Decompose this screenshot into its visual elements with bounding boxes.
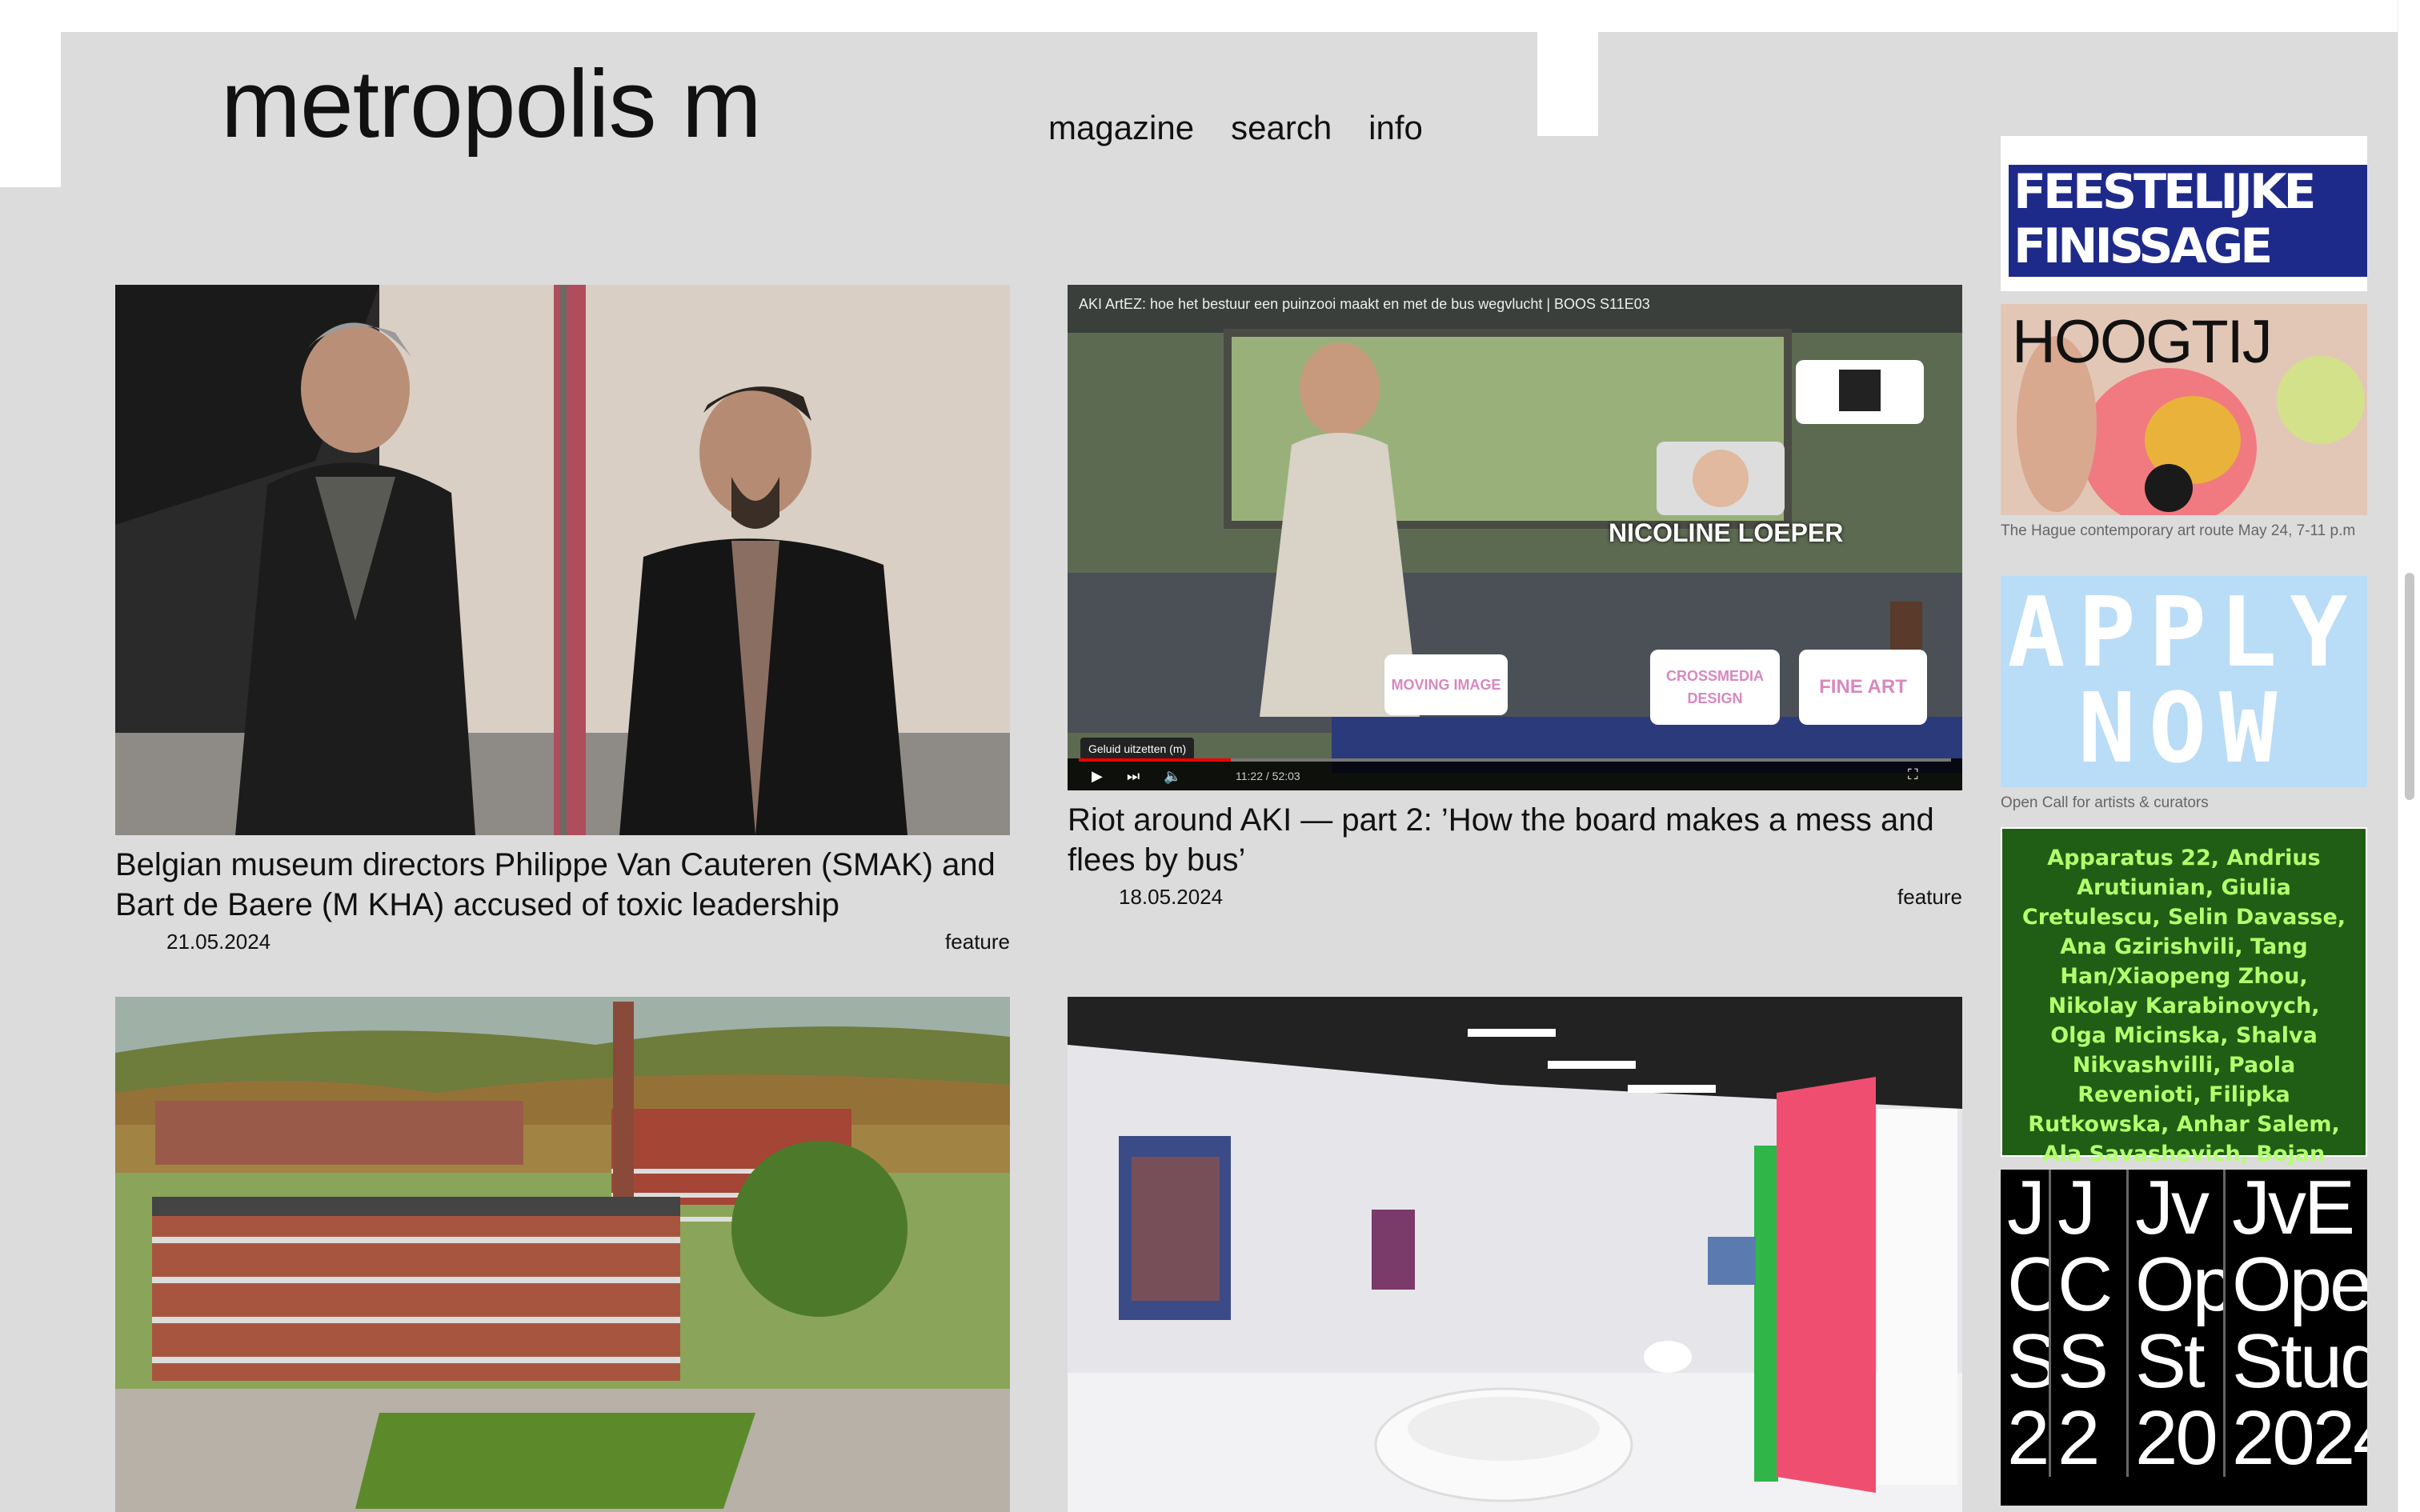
moving-image-button[interactable]: MOVING IMAGE	[1384, 654, 1508, 715]
apply-now-banner: APPLY NOW	[2001, 576, 2367, 787]
play-icon[interactable]: ▶	[1092, 768, 1103, 785]
apply-line: APPLY	[2007, 578, 2361, 689]
article-meta: 18.05.2024 feature	[1068, 885, 1962, 910]
jve-col-3: Jv Op St 20	[2129, 1170, 2226, 1477]
speaker-nameplate: NICOLINE LOEPER	[1609, 518, 1844, 547]
fine-art-button[interactable]: FINE ART	[1799, 650, 1927, 725]
article-date: 21.05.2024	[166, 930, 271, 954]
progress-track[interactable]	[1079, 758, 1951, 762]
left-margin	[0, 0, 61, 187]
article-card[interactable]	[115, 997, 1010, 1512]
mute-tooltip: Geluid uitzetten (m)	[1080, 738, 1195, 760]
ad-apply-now[interactable]: APPLY NOW Open Call for artists & curato…	[2001, 576, 2367, 813]
nav-info[interactable]: info	[1368, 109, 1423, 147]
ad-artists-list[interactable]: Apparatus 22, Andrius Arutiunian, Giulia…	[2001, 827, 2367, 1196]
ad-jve-open-studios[interactable]: J CS2 JCS2 Jv OpSt20 JvE Open Studi 2024	[2001, 1170, 2367, 1506]
finissage-line-2: FINISSAGE	[2013, 218, 2273, 274]
article-image[interactable]	[115, 285, 1010, 835]
header-right-panel	[1598, 32, 2358, 136]
article-video[interactable]: AKI ArtEZ: hoe het bestuur een puinzooi …	[1068, 285, 1962, 790]
finissage-banner: FEESTELIJKE FINISSAGE	[2009, 165, 2367, 277]
hoogtij-image: HOOGTIJ	[2001, 304, 2367, 515]
scroll-thumb[interactable]	[2405, 573, 2414, 800]
article-image[interactable]	[115, 997, 1010, 1512]
nav-magazine[interactable]: magazine	[1048, 109, 1194, 147]
top-strip	[0, 0, 2398, 32]
hoogtij-logo: HOOGTIJ	[2012, 308, 2273, 376]
ad-caption: The Hague contemporary art route May 24,…	[2001, 522, 2356, 539]
article-image[interactable]	[1068, 997, 1962, 1512]
speaker-photo	[1657, 442, 1785, 515]
article-category: feature	[1897, 885, 1962, 909]
article-card[interactable]: Belgian museum directors Philippe Van Ca…	[115, 285, 1010, 954]
finissage-line-1: FEESTELIJKE	[2013, 164, 2316, 220]
progress-fill	[1079, 758, 1231, 762]
header-gap	[1537, 32, 1598, 136]
article-title[interactable]: Riot around AKI — part 2: ’How the board…	[1068, 800, 1962, 880]
artists-list-text: Apparatus 22, Andrius Arutiunian, Giulia…	[2021, 846, 2346, 1196]
site-header: metropolis m magazine search info	[61, 32, 1537, 152]
jve-banner: J CS2 JCS2 Jv OpSt20 JvE Open Studi 2024	[2001, 1170, 2367, 1477]
page-scrollbar[interactable]	[2398, 0, 2420, 1512]
main-nav: magazine search info	[1048, 109, 1423, 147]
aki-logo-icon	[1839, 370, 1881, 411]
fullscreen-icon[interactable]: ⛶	[1908, 766, 1918, 783]
jve-col-1: J CS2	[2001, 1170, 2051, 1477]
aki-logo-box	[1796, 360, 1924, 424]
ad-caption: Open Call for artists & curators	[2001, 794, 2209, 811]
article-date: 18.05.2024	[1119, 885, 1224, 909]
ad-finissage[interactable]: FEESTELIJKE FINISSAGE	[2001, 136, 2367, 291]
article-card[interactable]: AKI ArtEZ: hoe het bestuur een puinzooi …	[1068, 285, 1962, 910]
article-title[interactable]: Belgian museum directors Philippe Van Ca…	[115, 845, 1010, 925]
ad-hoogtij[interactable]: HOOGTIJ The Hague contemporary art route…	[2001, 304, 2367, 541]
article-category: feature	[945, 930, 1010, 954]
video-controls: ▶ ⏭ 🔈 11:22 / 52:03 ⛶	[1068, 758, 1962, 790]
next-icon[interactable]: ⏭	[1127, 768, 1140, 785]
video-title: AKI ArtEZ: hoe het bestuur een puinzooi …	[1079, 296, 1650, 312]
nav-search[interactable]: search	[1231, 109, 1332, 147]
jve-col-4: JvE Open Studi 2024	[2232, 1170, 2367, 1477]
site-logo[interactable]: metropolis m	[221, 56, 762, 152]
volume-icon[interactable]: 🔈	[1164, 768, 1181, 785]
now-line: NOW	[2077, 674, 2290, 785]
article-meta: 21.05.2024 feature	[115, 930, 1010, 954]
article-card[interactable]	[1068, 997, 1962, 1512]
video-time: 11:22 / 52:03	[1236, 770, 1300, 782]
crossmedia-design-button[interactable]: CROSSMEDIA DESIGN	[1650, 650, 1780, 725]
jve-col-2: JCS2	[2051, 1170, 2129, 1477]
